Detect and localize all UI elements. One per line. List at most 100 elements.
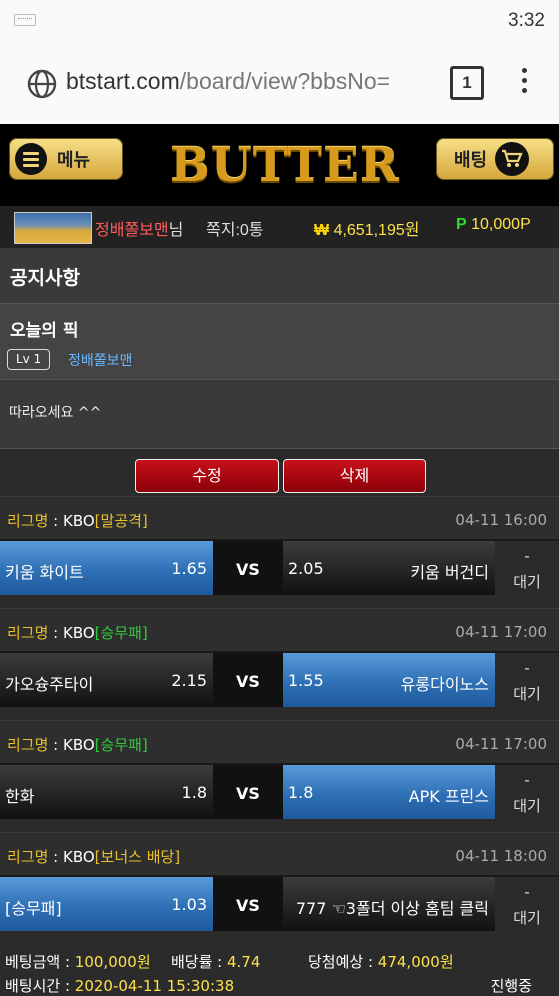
- post-author[interactable]: 정배쫄보맨: [68, 350, 132, 370]
- menu-button[interactable]: 메뉴: [9, 138, 123, 180]
- menu-label: 메뉴: [57, 150, 91, 171]
- home-odds: 2.15: [171, 671, 207, 690]
- home-team-name: 한화: [5, 787, 35, 806]
- bet-summary: 베팅금액 : 100,000원 배당률 : 4.74 당첨예상 : 474,00…: [0, 946, 559, 996]
- site-header: 메뉴 BUTTER 배팅: [0, 124, 559, 206]
- game-header: 리그명 : KBO[승무패] 04-11 17:00: [0, 608, 559, 652]
- game-time: 04-11 16:00: [455, 511, 547, 529]
- game-header: 리그명 : KBO[말공격] 04-11 16:00: [0, 496, 559, 540]
- cart-icon: [495, 142, 530, 176]
- site-logo[interactable]: BUTTER: [170, 138, 399, 194]
- status-bar: 3:32: [0, 0, 559, 42]
- vs-label: VS: [213, 877, 283, 931]
- away-team-button[interactable]: 777 ☜3폴더 이상 홈팀 클릭: [283, 877, 495, 931]
- game-status: 대기: [513, 573, 541, 591]
- avatar: [14, 212, 92, 244]
- post-title: 오늘의 픽: [10, 321, 79, 341]
- bet-amount: 베팅금액 : 100,000원: [5, 953, 151, 971]
- game-row: [승무패] 1.03 VS 777 ☜3폴더 이상 홈팀 클릭 - 대기: [0, 875, 559, 931]
- browser-toolbar: btstart.com/board/view?bbsNo= 1: [0, 42, 559, 125]
- home-odds: 1.65: [171, 559, 207, 578]
- globe-icon: [27, 69, 57, 99]
- away-odds: 1.55: [288, 671, 324, 690]
- clock: 3:32: [508, 10, 545, 31]
- home-odds: 1.8: [181, 783, 207, 802]
- tab-switcher-button[interactable]: 1: [450, 66, 484, 100]
- messages-link[interactable]: 쪽지:0통: [206, 216, 264, 240]
- bet-state: 진행중: [490, 977, 532, 995]
- game-row: 가오슝주타이 2.15 VS 1.55 유롱다이노스 - 대기: [0, 651, 559, 707]
- game-4: 리그명 : KBO[보너스 배당] 04-11 18:00 [승무패] 1.03 VS 7…: [0, 832, 559, 944]
- username[interactable]: 정배쫄보맨님: [95, 216, 183, 240]
- game-type: [말공격]: [94, 512, 148, 530]
- points-balance: P 10,000P: [456, 216, 531, 233]
- league-info: 리그명 : KBO[보너스 배당]: [7, 848, 181, 866]
- game-result: - 대기: [495, 541, 559, 595]
- post-content: 따라오세요 ^^: [9, 405, 102, 421]
- game-time: 04-11 18:00: [455, 847, 547, 865]
- bet-label: 배팅: [454, 150, 488, 171]
- hamburger-icon: [15, 143, 47, 175]
- home-team-button[interactable]: 키움 화이트 1.65: [0, 541, 213, 595]
- post-body: 따라오세요 ^^: [0, 380, 559, 449]
- url-field[interactable]: btstart.com/board/view?bbsNo=: [66, 68, 428, 95]
- money-balance: ₩ 4,651,195원: [314, 222, 420, 239]
- away-team-name: 유롱다이노스: [400, 675, 489, 694]
- home-team-button[interactable]: 한화 1.8: [0, 765, 213, 819]
- league-info: 리그명 : KBO[승무패]: [7, 624, 148, 642]
- home-odds: 1.03: [171, 895, 207, 914]
- away-team-name: 키움 버건디: [410, 563, 489, 582]
- league-info: 리그명 : KBO[승무패]: [7, 736, 148, 754]
- expected-win: 당첨예상 : 474,000원: [308, 953, 454, 971]
- game-type: [보너스 배당]: [94, 848, 181, 866]
- game-row: 키움 화이트 1.65 VS 2.05 키움 버건디 - 대기: [0, 539, 559, 595]
- bet-time: 배팅시간 : 2020-04-11 15:30:38: [5, 977, 235, 995]
- game-result: - 대기: [495, 653, 559, 707]
- away-team-name: 777 ☜3폴더 이상 홈팀 클릭: [295, 899, 489, 918]
- board-title: 공지사항: [10, 267, 80, 289]
- delete-button[interactable]: 삭제: [283, 459, 426, 493]
- game-3: 리그명 : KBO[승무패] 04-11 17:00 한화 1.8 VS 1.8 APK 프…: [0, 720, 559, 832]
- post-header: 오늘의 픽 Lv 1 정배쫄보맨: [0, 304, 559, 380]
- home-team-button[interactable]: [승무패] 1.03: [0, 877, 213, 931]
- vs-label: VS: [213, 765, 283, 819]
- game-time: 04-11 17:00: [455, 623, 547, 641]
- home-team-button[interactable]: 가오슝주타이 2.15: [0, 653, 213, 707]
- user-info-bar: 정배쫄보맨님 쪽지:0통 ₩ 4,651,195원 P 10,000P: [0, 206, 559, 248]
- game-1: 리그명 : KBO[말공격] 04-11 16:00 키움 화이트 1.65 VS 2.0…: [0, 496, 559, 608]
- away-team-name: APK 프린스: [408, 787, 489, 806]
- post-actions: 수정 삭제: [0, 449, 559, 495]
- game-status: 대기: [513, 685, 541, 703]
- game-header: 리그명 : KBO[보너스 배당] 04-11 18:00: [0, 832, 559, 876]
- keyboard-icon: [14, 14, 36, 26]
- league-info: 리그명 : KBO[말공격]: [7, 512, 148, 530]
- bet-button[interactable]: 배팅: [436, 138, 554, 180]
- edit-button[interactable]: 수정: [135, 459, 279, 493]
- more-menu-icon[interactable]: [522, 68, 528, 98]
- game-type: [승무패]: [94, 624, 148, 642]
- away-team-button[interactable]: 1.8 APK 프린스: [283, 765, 495, 819]
- odds-rate: 배당률 : 4.74: [171, 953, 261, 971]
- game-row: 한화 1.8 VS 1.8 APK 프린스 - 대기: [0, 763, 559, 819]
- url-path: /board/view?bbsNo=: [179, 68, 391, 94]
- home-team-name: 키움 화이트: [5, 563, 84, 582]
- away-odds: 2.05: [288, 559, 324, 578]
- home-team-name: [승무패]: [5, 899, 62, 918]
- level-badge: Lv 1: [7, 349, 51, 370]
- game-status: 대기: [513, 797, 541, 815]
- vs-label: VS: [213, 653, 283, 707]
- game-2: 리그명 : KBO[승무패] 04-11 17:00 가오슝주타이 2.15 VS 1.5…: [0, 608, 559, 720]
- away-team-button[interactable]: 2.05 키움 버건디: [283, 541, 495, 595]
- points-icon: P: [456, 216, 467, 233]
- game-time: 04-11 17:00: [455, 735, 547, 753]
- game-status: 대기: [513, 909, 541, 927]
- game-result: - 대기: [495, 765, 559, 819]
- away-team-button[interactable]: 1.55 유롱다이노스: [283, 653, 495, 707]
- game-header: 리그명 : KBO[승무패] 04-11 17:00: [0, 720, 559, 764]
- vs-label: VS: [213, 541, 283, 595]
- game-type: [승무패]: [94, 736, 148, 754]
- board-header: 공지사항: [0, 248, 559, 304]
- game-result: - 대기: [495, 877, 559, 931]
- url-domain: btstart.com: [66, 68, 180, 94]
- home-team-name: 가오슝주타이: [5, 675, 94, 694]
